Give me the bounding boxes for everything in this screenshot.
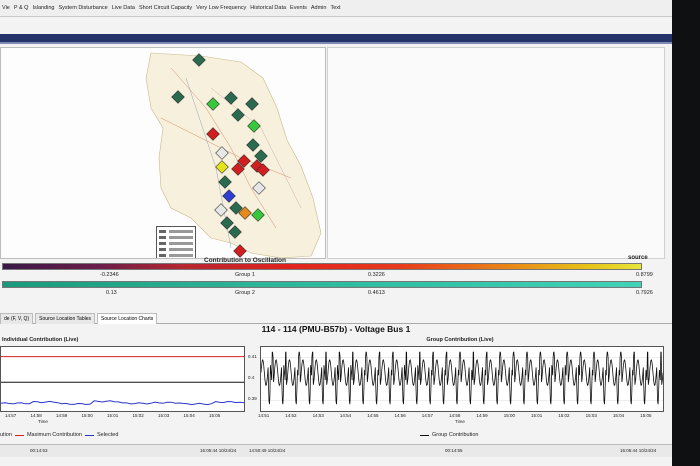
menu-item-text[interactable]: Text <box>328 5 342 11</box>
legend-selected-swatch <box>84 434 94 436</box>
menu-item-historical-data[interactable]: Historical Data <box>248 5 288 11</box>
monitor-screen: Vie P & Q Islanding System Disturbance Live … <box>0 0 672 466</box>
x-tick-label: 14:51 <box>258 413 270 418</box>
y-tick-label: 0.41 <box>248 353 257 359</box>
group1-mid: 0.3226 <box>368 272 385 278</box>
x-tick-label: 14:57 <box>5 413 17 418</box>
legend-group-swatch <box>420 434 429 436</box>
group-x-label: Time <box>455 419 465 424</box>
group-chart-title: Group Contribution (Live) <box>426 337 494 343</box>
menu-item-islanding[interactable]: Islanding <box>30 5 56 11</box>
x-tick-label: 14:54 <box>339 413 352 418</box>
map-panel[interactable] <box>0 47 326 259</box>
x-tick-label: 14:55 <box>367 413 379 418</box>
group2-min: 0.13 <box>106 290 117 296</box>
legend-contribution-label: ution <box>0 432 12 438</box>
group2-name: Group 2 <box>235 290 255 296</box>
x-tick-label: 14:59 <box>56 413 68 418</box>
x-tick-label: 15:00 <box>81 413 93 418</box>
x-tick-label: 15:01 <box>107 413 119 418</box>
tab-source-location-tables[interactable]: Source Location Tables <box>35 313 95 324</box>
x-tick-label: 14:58 <box>449 413 461 418</box>
menu-item-vie[interactable]: Vie <box>0 5 12 11</box>
window-title-bar <box>0 34 672 42</box>
group-contribution-chart[interactable] <box>260 346 664 412</box>
legend-max-label: Maximum Contribution <box>26 432 82 438</box>
menu-item-events[interactable]: Events <box>288 5 309 11</box>
left-status-time: 15:05:44 10/24/24 <box>200 448 237 453</box>
x-tick-label: 15:02 <box>132 413 144 418</box>
y-tick-label: 0.4 <box>248 375 255 380</box>
group1-name: Group 1 <box>235 272 255 278</box>
x-tick-label: 14:57 <box>421 413 434 418</box>
right-status-end: 15:05:44 10/24/24 <box>620 448 657 453</box>
group2-max: 0.7926 <box>636 290 653 296</box>
tab-fvq[interactable]: de (F, V, Q) <box>0 313 34 324</box>
x-tick-label: 15:02 <box>558 413 570 418</box>
series-line-group-contribution <box>260 351 664 405</box>
group1-gradient-bar <box>2 263 642 270</box>
individual-legend: ution Maximum Contribution Selected <box>0 432 118 438</box>
series-line-selected <box>0 400 245 406</box>
y-tick-label: 0.39 <box>248 396 257 402</box>
legend-max-swatch <box>14 434 24 436</box>
monitor-bezel <box>672 0 700 466</box>
menu-item-p-q[interactable]: P & Q <box>12 5 31 11</box>
map-legend <box>156 226 196 258</box>
x-tick-label: 15:01 <box>531 413 543 418</box>
group-chart-plot <box>260 351 664 405</box>
menu-item-short-circuit-capacity[interactable]: Short Circuit Capacity <box>137 5 194 11</box>
right-status-start: 14:50:49 10/24/24 <box>249 448 286 453</box>
menu-item-very-low-frequency[interactable]: Very Low Frequency <box>194 5 248 11</box>
x-tick-label: 14:59 <box>476 413 488 418</box>
menu-bar: Vie P & Q Islanding System Disturbance Live … <box>0 0 672 17</box>
x-tick-label: 14:58 <box>30 413 42 418</box>
title-bar-rule <box>0 42 672 44</box>
menu-item-system-disturbance[interactable]: System Disturbance <box>56 5 109 11</box>
x-tick-label: 14:56 <box>394 413 406 418</box>
x-tick-label: 14:53 <box>312 413 324 418</box>
x-tick-label: 15:03 <box>585 413 597 418</box>
legend-selected-label: Selected <box>96 432 119 438</box>
status-bar: 00:14:53 15:05:44 10/24/24 14:50:49 10/2… <box>0 444 672 457</box>
individual-chart-title: Individual Contribution (Live) <box>2 337 79 343</box>
detail-panel <box>327 47 665 259</box>
group2-mid: 0.4613 <box>368 290 385 296</box>
group2-gradient-bar <box>2 281 642 288</box>
legend-group-label: Group Contribution <box>432 432 479 438</box>
right-status-elapsed: 00:14:55 <box>445 448 463 453</box>
x-tick-label: 15:03 <box>158 413 170 418</box>
tab-source-location-charts[interactable]: Source Location Charts <box>97 313 158 324</box>
left-status-elapsed: 00:14:53 <box>30 448 48 453</box>
x-tick-label: 15:05 <box>209 413 221 418</box>
menu-item-admin[interactable]: Admin <box>309 5 329 11</box>
individual-contribution-chart[interactable] <box>0 346 245 412</box>
x-tick-label: 15:00 <box>503 413 515 418</box>
chart-title: 114 - 114 (PMU-B57b) - Voltage Bus 1 <box>261 324 411 334</box>
x-tick-label: 14:52 <box>285 413 297 418</box>
x-tick-label: 15:05 <box>640 413 652 418</box>
group1-max: 0.8799 <box>636 272 653 278</box>
x-tick-label: 15:04 <box>612 413 625 418</box>
tab-bar: de (F, V, Q) Source Location Tables Sour… <box>0 313 672 324</box>
menu-item-live-data[interactable]: Live Data <box>110 5 137 11</box>
group-legend: Group Contribution <box>420 432 478 438</box>
x-tick-label: 15:04 <box>183 413 195 418</box>
individual-chart-plot <box>0 356 245 406</box>
group1-min: -0.2346 <box>100 272 119 278</box>
individual-x-label: Time <box>38 419 48 424</box>
source-label: source <box>628 255 648 261</box>
